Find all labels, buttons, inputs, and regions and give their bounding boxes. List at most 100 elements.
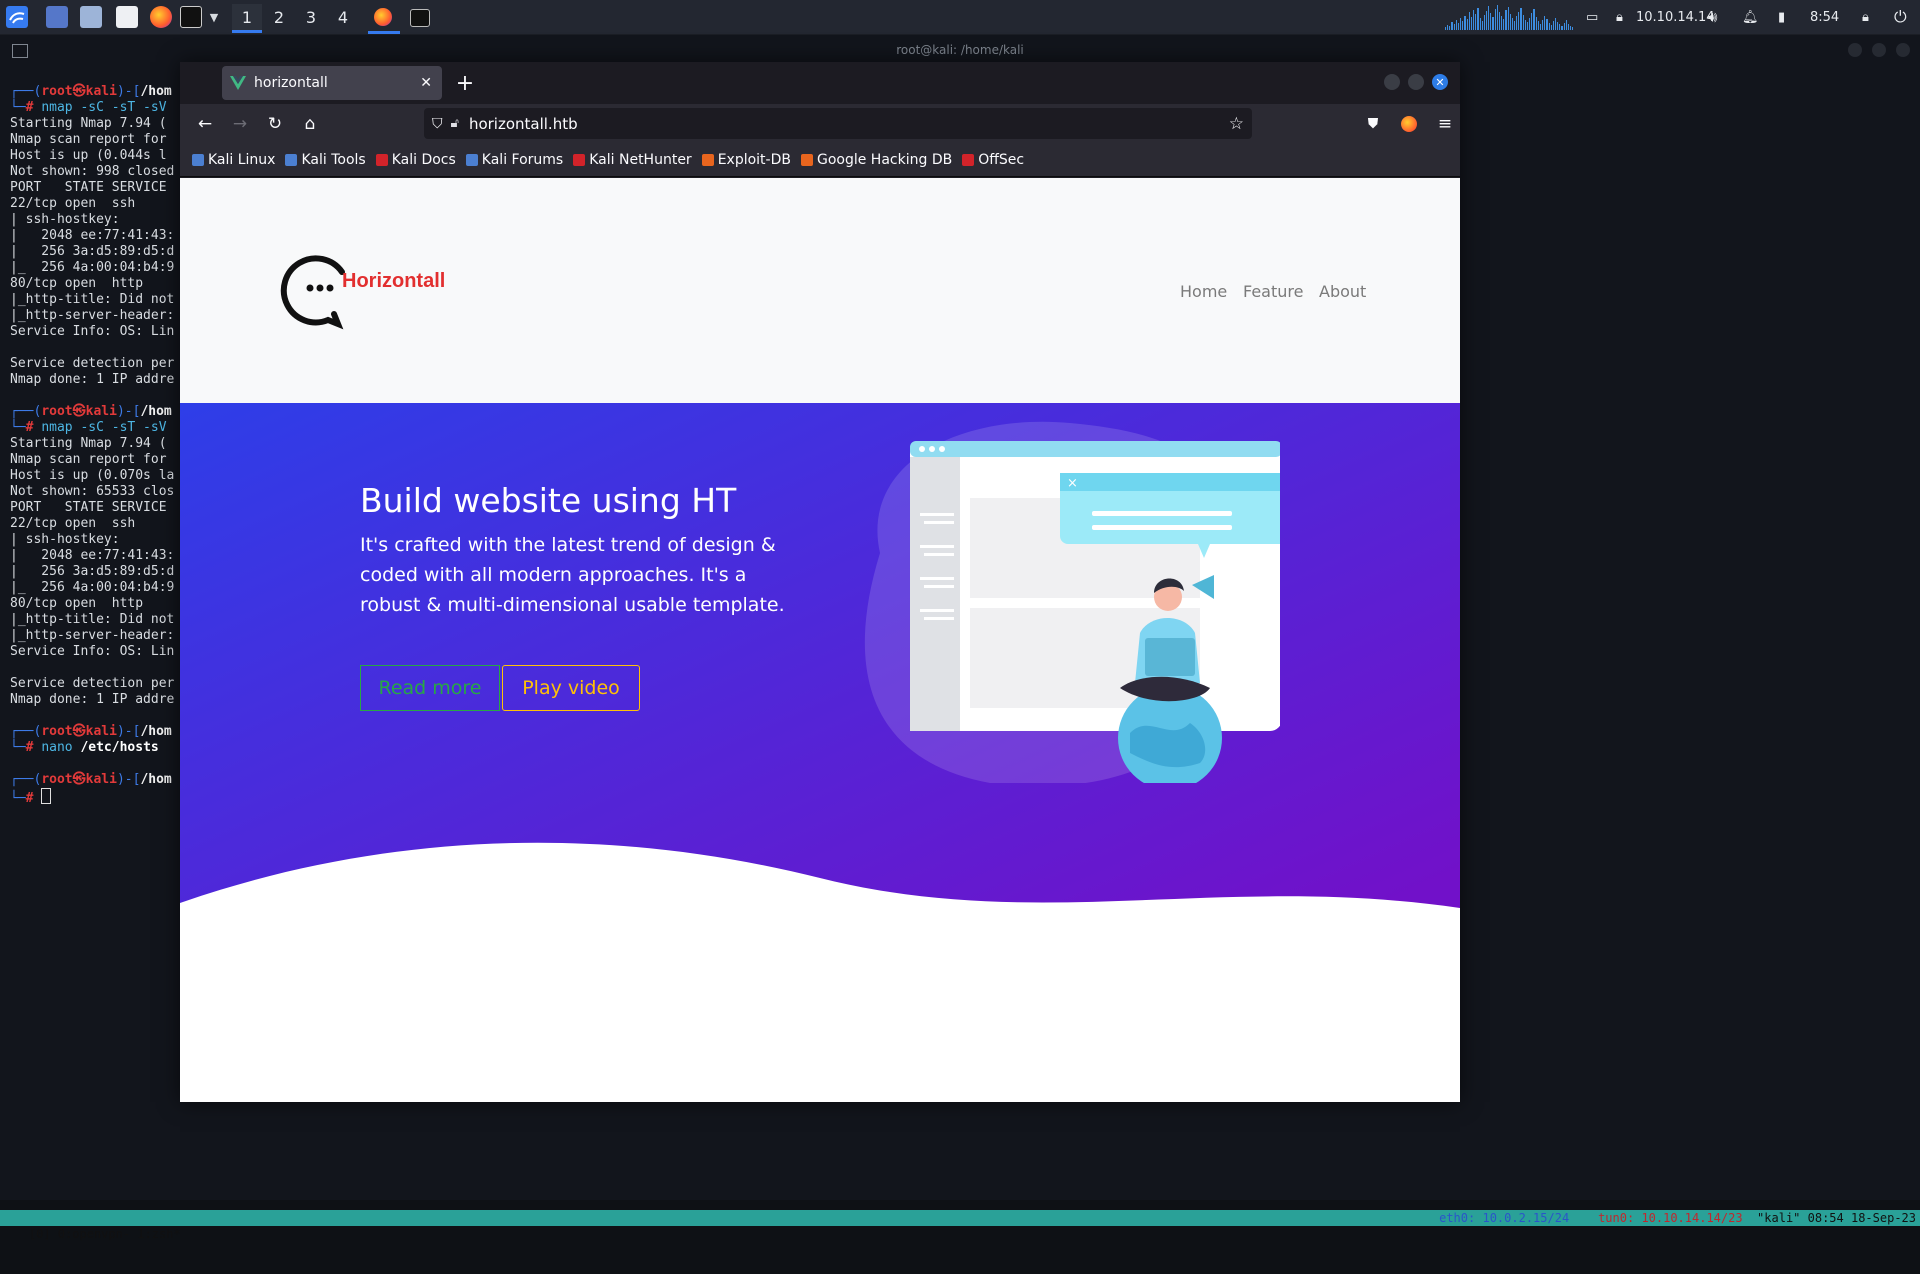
forward-button[interactable]: → <box>229 113 251 135</box>
url-bar[interactable]: ⛉ 🔓︎ horizontall.htb ☆ <box>424 108 1252 139</box>
lock-screen-icon[interactable]: 🔒︎ <box>1862 0 1869 34</box>
bookmark-item[interactable]: Kali Forums <box>465 152 564 168</box>
graph-bar <box>1557 22 1559 30</box>
volume-icon[interactable]: 🔊︎ <box>1708 0 1717 34</box>
bookmark-label: Kali Docs <box>391 152 456 168</box>
shield-icon[interactable]: ⛉ <box>432 116 443 132</box>
firefox-window[interactable]: horizontall ✕ + ✕ ← → ↻ ⌂ ⛉ 🔓︎ horizonta… <box>180 62 1460 1102</box>
read-more-button[interactable]: Read more <box>360 665 500 711</box>
graph-bar <box>1490 13 1492 30</box>
terminal-menu-icon[interactable] <box>12 44 28 58</box>
brand-name[interactable]: Horizontall <box>342 270 445 293</box>
graph-bar <box>1470 17 1473 30</box>
terminal-output-line: Nmap done: 1 IP addre <box>10 692 175 707</box>
bookmark-label: Kali Forums <box>481 152 564 168</box>
terminal-task-icon[interactable] <box>410 9 430 27</box>
tab-bar: horizontall ✕ + ✕ <box>180 62 1460 104</box>
workspace-3[interactable]: 3 <box>296 4 326 30</box>
graph-bar <box>1453 24 1455 30</box>
terminal-maximize-button[interactable] <box>1872 43 1886 57</box>
window-minimize-button[interactable] <box>1384 74 1400 90</box>
hero-description: It's crafted with the latest trend of de… <box>360 534 785 616</box>
workspace-1[interactable]: 1 <box>232 4 262 33</box>
graph-bar <box>1546 19 1548 30</box>
app-menu-icon[interactable]: ≡ <box>1434 113 1456 135</box>
graph-bar <box>1475 14 1477 30</box>
bookmark-label: Exploit-DB <box>717 152 791 168</box>
ip-address: 10.10.14.14 <box>1636 9 1715 25</box>
graph-bar <box>1572 27 1574 30</box>
new-tab-button[interactable]: + <box>452 70 478 96</box>
terminal-launcher-icon[interactable] <box>180 6 202 28</box>
terminal-output-line: Not shown: 998 closed <box>10 164 175 179</box>
bookmark-label: OffSec <box>978 152 1025 168</box>
nav-about[interactable]: About <box>1319 282 1366 301</box>
bookmark-favicon-icon <box>701 154 714 166</box>
reload-button[interactable]: ↻ <box>264 113 286 135</box>
display-icon[interactable]: ▭ <box>1586 0 1598 34</box>
graph-bar <box>1531 13 1533 30</box>
graph-bar <box>1455 20 1457 30</box>
home-button[interactable]: ⌂ <box>299 113 321 135</box>
bookmark-item[interactable]: Kali Tools <box>285 152 366 168</box>
graph-bar <box>1511 18 1513 30</box>
graph-bar <box>1449 26 1451 30</box>
bookmark-item[interactable]: Google Hacking DB <box>800 152 952 168</box>
terminal-output-line: Nmap done: 1 IP addre <box>10 372 175 387</box>
prompt-line: ┌──(root㉿kali)-[/hom <box>10 772 172 787</box>
firefox-task-icon[interactable] <box>374 8 392 26</box>
workspace-4[interactable]: 4 <box>328 4 358 30</box>
nav-feature[interactable]: Feature <box>1243 282 1303 301</box>
window-close-button[interactable]: ✕ <box>1432 74 1448 90</box>
prompt-line: ┌──(root㉿kali)-[/hom <box>10 84 172 99</box>
show-desktop-icon[interactable] <box>46 6 68 28</box>
play-video-button[interactable]: Play video <box>502 665 640 711</box>
terminal-close-button[interactable] <box>1896 43 1910 57</box>
power-icon[interactable]: ⏻ <box>1894 0 1907 34</box>
graph-bar <box>1550 25 1552 30</box>
terminal-output-line: PORT STATE SERVICE <box>10 500 167 515</box>
terminal-output-line: Starting Nmap 7.94 ( <box>10 436 167 451</box>
bookmark-favicon-icon <box>962 154 975 166</box>
graph-bar <box>1548 23 1550 30</box>
window-maximize-button[interactable] <box>1408 74 1424 90</box>
bookmark-item[interactable]: Exploit-DB <box>701 152 791 168</box>
tmux-windows: [0] 0:openvpn- 1:zsh* <box>28 1227 181 1241</box>
bookmarks-toolbar: Kali Linux Kali Tools Kali Docs Kali Forums… <box>180 144 1460 177</box>
kali-menu-icon[interactable] <box>2 0 32 34</box>
bookmark-favicon-icon <box>465 154 478 166</box>
graph-bar <box>1561 26 1563 30</box>
hero-illustration: × <box>864 421 1280 783</box>
nav-home[interactable]: Home <box>1180 282 1227 301</box>
terminal-output-line: |_http-server-header: <box>10 308 175 323</box>
graph-bar <box>1473 10 1475 30</box>
close-tab-icon[interactable]: ✕ <box>420 75 432 91</box>
bookmark-star-icon[interactable]: ☆ <box>1229 114 1244 134</box>
pocket-icon[interactable]: ⛊ <box>1362 113 1384 135</box>
bookmark-item[interactable]: Kali NetHunter <box>573 152 692 168</box>
workspace-2[interactable]: 2 <box>264 4 294 30</box>
back-button[interactable]: ← <box>194 113 216 135</box>
notification-bell-icon[interactable]: 🔔︎ <box>1742 0 1759 34</box>
bookmark-item[interactable]: OffSec <box>962 152 1024 168</box>
lock-insecure-icon[interactable]: 🔓︎ <box>451 116 459 131</box>
firefox-launcher-icon[interactable] <box>150 6 172 28</box>
bookmark-item[interactable]: Kali Docs <box>375 152 456 168</box>
graph-bar <box>1481 21 1483 30</box>
graph-bar <box>1507 7 1509 30</box>
url-text[interactable]: horizontall.htb <box>469 115 578 133</box>
terminal-minimize-button[interactable] <box>1848 43 1862 57</box>
terminal-output-line: Service Info: OS: Lin <box>10 644 175 659</box>
text-editor-icon[interactable] <box>116 6 138 28</box>
bookmark-item[interactable]: Kali Linux <box>192 152 275 168</box>
hero-section: × Build website using HT It's crafted wi… <box>180 403 1460 1102</box>
graph-bar <box>1522 15 1524 30</box>
tab-horizontall[interactable]: horizontall ✕ <box>222 66 442 100</box>
graph-bar <box>1565 20 1567 30</box>
extension-icon[interactable] <box>1398 113 1420 135</box>
chevron-down-icon[interactable]: ▼ <box>206 0 222 34</box>
file-manager-icon[interactable] <box>80 6 102 28</box>
